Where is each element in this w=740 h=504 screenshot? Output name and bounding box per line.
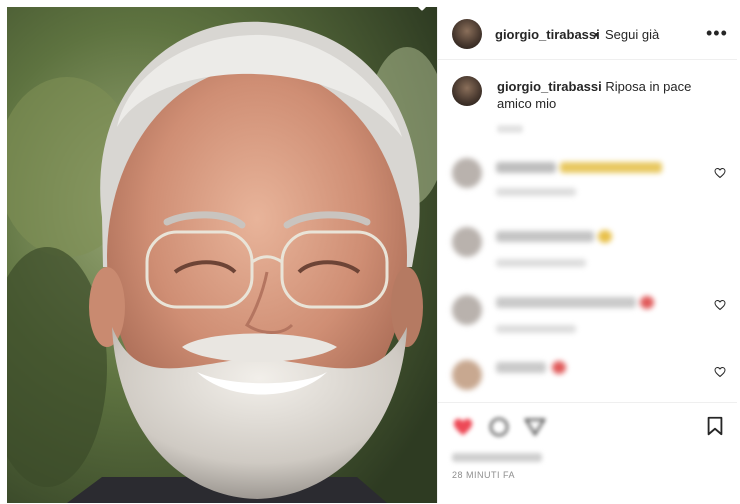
comment-like-icon[interactable] xyxy=(714,299,726,311)
commenter-avatar[interactable] xyxy=(452,360,482,390)
post-timestamp: 28 MINUTI FA xyxy=(452,470,516,480)
commenter-name-blurred xyxy=(496,231,594,242)
author-username[interactable]: giorgio_tirabassi xyxy=(495,27,600,42)
separator-dot: • xyxy=(594,27,599,42)
comment-item xyxy=(438,219,737,279)
close-icon[interactable] xyxy=(409,0,435,20)
comment-emoji-blurred xyxy=(552,361,566,374)
commenter-avatar[interactable] xyxy=(452,227,482,257)
comment-text-blurred xyxy=(560,162,662,173)
post-modal: giorgio_tirabassi • Segui già ••• giorgi… xyxy=(0,0,740,503)
comment-item xyxy=(438,287,737,347)
commenter-name-blurred xyxy=(496,162,556,173)
caption-meta-blurred xyxy=(497,125,523,133)
post-photo[interactable] xyxy=(7,7,437,503)
comment-meta-blurred xyxy=(496,188,576,196)
following-button[interactable]: Segui già xyxy=(605,27,659,42)
comment-meta-blurred xyxy=(496,325,576,333)
share-icon[interactable] xyxy=(524,416,546,438)
commenter-avatar[interactable] xyxy=(452,158,482,188)
author-avatar[interactable] xyxy=(452,19,482,49)
caption-text: giorgio_tirabassi Riposa in pace amico m… xyxy=(497,78,717,112)
commenter-name-blurred xyxy=(496,362,546,373)
caption-avatar[interactable] xyxy=(452,76,482,106)
post-side-panel: giorgio_tirabassi • Segui già ••• giorgi… xyxy=(437,7,737,503)
like-icon[interactable] xyxy=(452,416,474,438)
post-header: giorgio_tirabassi • Segui già ••• xyxy=(438,7,737,60)
comment-like-icon[interactable] xyxy=(714,366,726,378)
comment-emoji-blurred xyxy=(640,296,654,309)
comment-item xyxy=(438,150,737,210)
commenter-name-blurred xyxy=(496,297,636,308)
more-options-icon[interactable]: ••• xyxy=(706,23,728,44)
comment-like-icon[interactable] xyxy=(714,167,726,179)
save-icon[interactable] xyxy=(704,415,726,437)
caption-username[interactable]: giorgio_tirabassi xyxy=(497,79,602,94)
likes-count-blurred xyxy=(452,453,542,462)
post-caption: giorgio_tirabassi Riposa in pace amico m… xyxy=(438,67,737,137)
post-actions: 28 MINUTI FA xyxy=(438,402,737,504)
comment-meta-blurred xyxy=(496,259,586,267)
comment-emoji-blurred xyxy=(598,230,612,243)
comment-icon[interactable] xyxy=(488,416,510,438)
commenter-avatar[interactable] xyxy=(452,295,482,325)
